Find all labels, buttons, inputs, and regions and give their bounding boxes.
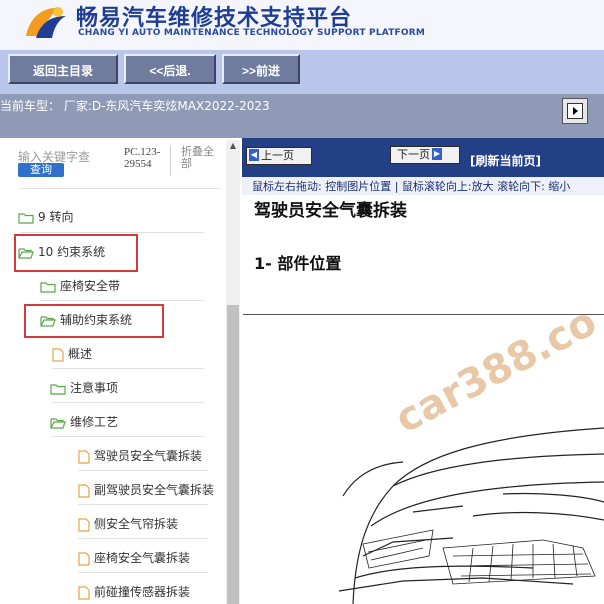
tree-item-overview[interactable]: 概述	[52, 344, 92, 364]
prev-page-label: 上一页	[261, 149, 294, 162]
tree-divider	[78, 470, 208, 471]
tree-item-precautions[interactable]: 注意事项	[50, 378, 118, 398]
tree-item-steering[interactable]: 9 转向	[18, 207, 73, 227]
tree-item-curtain-airbag[interactable]: 侧安全气帘拆装	[78, 514, 178, 534]
scrollbar-thumb[interactable]	[227, 305, 239, 604]
tree-divider	[78, 504, 208, 505]
folder-open-icon	[18, 247, 34, 259]
refresh-page-link[interactable]: [刷新当前页]	[470, 152, 541, 169]
tree-item-srs[interactable]: 辅助约束系统	[40, 310, 132, 330]
tree-divider	[20, 232, 204, 233]
tree-divider	[78, 538, 208, 539]
home-button[interactable]: 返回主目录	[8, 54, 118, 84]
current-model-text: 当前车型： 厂家:D-东风汽车奕炫MAX2022-2023	[0, 99, 270, 113]
search-divider	[170, 146, 171, 176]
document-icon	[78, 483, 90, 498]
tree-item-crash-sensor[interactable]: 前碰撞传感器拆装	[78, 582, 190, 602]
toggle-panel-button[interactable]	[562, 98, 588, 124]
scroll-up-arrow-icon[interactable]: ▲	[226, 140, 240, 152]
document-icon	[78, 449, 90, 464]
back-button[interactable]: <<后退.	[124, 54, 216, 84]
next-page-button[interactable]: 下一页 ▶	[390, 146, 460, 164]
app-header: 畅易汽车维修技术支持平台 CHANG YI AUTO MAINTENANCE T…	[0, 0, 604, 50]
folder-open-icon	[50, 417, 66, 429]
tree-item-driver-airbag[interactable]: 驾驶员安全气囊拆装	[78, 446, 202, 466]
tree-item-label: 驾驶员安全气囊拆装	[94, 449, 203, 463]
tree-item-label: 前碰撞传感器拆装	[94, 585, 191, 599]
tree-divider	[52, 368, 204, 369]
document-icon	[52, 347, 64, 362]
tree-item-label: 座椅安全带	[60, 279, 121, 293]
logo-icon	[26, 7, 66, 38]
tree-item-label: 10 约束系统	[38, 245, 106, 259]
tree-item-label: 注意事项	[70, 381, 119, 395]
tree-divider	[78, 572, 208, 573]
tree-item-label: 概述	[68, 347, 93, 361]
tree-item-repair[interactable]: 维修工艺	[50, 412, 118, 432]
tree-item-label: 侧安全气帘拆装	[94, 517, 179, 531]
tree-item-label: 副驾驶员安全气囊拆装	[94, 483, 215, 497]
tree-item-label: 座椅安全气囊拆装	[94, 551, 191, 565]
toggle-icon	[567, 103, 583, 119]
folder-icon	[50, 383, 66, 395]
tree-item-label: 维修工艺	[70, 415, 119, 429]
document-icon	[78, 585, 90, 600]
tree-item-partial	[20, 182, 220, 190]
hint-text: 鼠标左右拖动: 控制图片位置 | 鼠标滚轮向上:放大 滚轮向下: 缩小	[252, 180, 571, 193]
model-info-bar: 当前车型： 厂家:D-东风汽车奕炫MAX2022-2023	[0, 94, 604, 138]
forward-button[interactable]: >>前进	[222, 54, 300, 84]
document-icon	[78, 517, 90, 532]
arrow-right-icon: ▶	[432, 148, 442, 160]
tree-item-passenger-airbag[interactable]: 副驾驶员安全气囊拆装	[78, 480, 214, 500]
tree-item-label: 9 转向	[38, 210, 74, 224]
search-button[interactable]: 查询	[18, 163, 64, 177]
tree-divider	[40, 300, 204, 301]
tree-item-seatbelt[interactable]: 座椅安全带	[40, 276, 120, 296]
section-title: 1- 部件位置	[254, 254, 342, 273]
next-page-label: 下一页	[397, 148, 430, 161]
tree-divider	[52, 402, 204, 403]
folder-icon	[18, 212, 34, 224]
tree-item-label: 辅助约束系统	[60, 313, 133, 327]
app-subtitle: CHANG YI AUTO MAINTENANCE TECHNOLOGY SUP…	[78, 28, 426, 38]
tree-item-restraint[interactable]: 10 约束系统	[18, 242, 105, 262]
tree-item-seat-airbag[interactable]: 座椅安全气囊拆装	[78, 548, 190, 568]
prev-page-button[interactable]: ◀ 上一页	[246, 147, 312, 165]
pc-code-text: PC.123-29554	[124, 146, 161, 170]
document-icon	[78, 551, 90, 566]
arrow-left-icon: ◀	[249, 149, 259, 161]
tree-divider	[52, 436, 204, 437]
folder-open-icon	[40, 315, 56, 327]
toolbar: 返回主目录 <<后退. >>前进	[0, 50, 604, 94]
folder-icon	[40, 281, 56, 293]
fold-all-button[interactable]: 折叠全部	[181, 146, 221, 170]
doc-title: 驾驶员安全气囊拆装	[254, 201, 407, 221]
